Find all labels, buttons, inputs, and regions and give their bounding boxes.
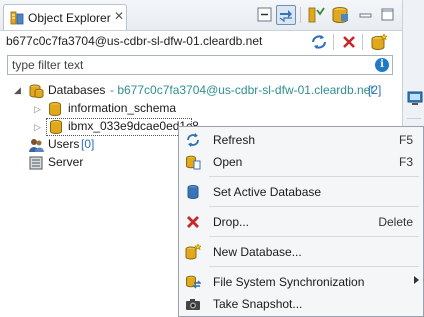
refresh-icon[interactable] [310,34,328,50]
menu-label: Refresh [213,133,256,147]
databases-label: Databases [48,83,106,97]
collapse-all-icon[interactable] [255,5,275,25]
sync-icon [186,275,201,289]
maximize-icon[interactable] [378,5,398,25]
users-label: Users [48,137,80,151]
object-explorer-icon [10,11,24,25]
trim-separator [407,118,421,119]
filter-icon[interactable] [306,5,326,25]
close-icon[interactable]: ✕ [114,9,124,23]
toolbar-separator [333,34,334,50]
connection-label: b677c0c7fa3704@us-cdbr-sl-dfw-01.cleardb… [6,34,263,48]
database-icon [49,102,61,116]
open-icon [186,155,201,170]
expanded-arrow-icon[interactable]: ◢ [14,85,21,96]
users-icon [29,139,44,152]
menu-item-open[interactable]: Open F3 [179,151,423,173]
menu-item-take-snapshot[interactable]: Take Snapshot... [179,293,423,315]
menu-item-file-system-synchronization[interactable]: File System Synchronization [179,271,423,293]
menu-item-new-database[interactable]: New Database... [179,241,423,263]
menu-label: Open [213,155,243,169]
menu-shortcut: F5 [398,133,413,147]
menu-item-drop[interactable]: Drop... Delete [179,211,423,233]
tree-node-information-schema[interactable]: ▷ information_schema [0,100,402,118]
menu-shortcut: Delete [378,215,413,229]
menu-shortcut: F3 [398,155,413,169]
database-list-icon[interactable] [330,5,350,25]
camera-icon [186,299,200,310]
filter-input[interactable] [12,57,352,73]
collapsed-arrow-icon[interactable]: ▷ [34,122,41,133]
console-view-icon[interactable] [407,90,423,106]
server-label: Server [48,155,84,169]
users-count: [0] [81,137,95,151]
drop-icon [187,216,199,228]
link-icon [279,10,292,23]
view-tab-bar: Object Explorer ✕ [0,0,402,31]
toolbar-separator [300,7,301,23]
context-menu: Refresh F5 Open F3 Set Active Database D… [178,126,424,317]
menu-item-set-active-database[interactable]: Set Active Database [179,181,423,203]
databases-icon [29,84,44,99]
toolbar-separator [362,34,363,50]
new-database-icon [185,244,201,260]
tab-title: Object Explorer [28,11,111,25]
menu-item-refresh[interactable]: Refresh F5 [179,129,423,151]
tree-node-databases[interactable]: ◢ Databases - b677c0c7fa3704@us-cdbr-sl-… [0,82,402,100]
menu-label: Take Snapshot... [213,297,303,311]
menu-label: New Database... [213,245,302,259]
info-icon[interactable]: i [375,58,389,72]
menu-label: File System Synchronization [213,275,365,289]
menu-label: Set Active Database [213,185,322,199]
database-icon [50,120,62,134]
server-icon [29,156,43,170]
menu-separator [209,176,419,177]
menu-label: Drop... [213,215,250,229]
delete-icon[interactable] [342,35,356,49]
databases-connection: - b677c0c7fa3704@us-cdbr-sl-dfw-01.clear… [110,83,374,97]
menu-separator [209,266,419,267]
database-icon [187,185,199,199]
schema-label: information_schema [68,101,177,115]
connection-bar: b677c0c7fa3704@us-cdbr-sl-dfw-01.cleardb… [0,31,402,53]
new-connection-icon[interactable] [370,33,388,51]
refresh-icon [187,133,199,147]
filter-box: i [7,55,393,75]
minimize-icon[interactable] [356,5,376,25]
tab-object-explorer[interactable]: Object Explorer ✕ [3,4,127,30]
menu-separator [209,206,419,207]
databases-count: [2] [368,83,382,97]
submenu-arrow-icon [414,276,419,284]
menu-separator [209,236,419,237]
link-with-editor-button[interactable] [276,5,296,25]
collapsed-arrow-icon[interactable]: ▷ [34,104,41,115]
